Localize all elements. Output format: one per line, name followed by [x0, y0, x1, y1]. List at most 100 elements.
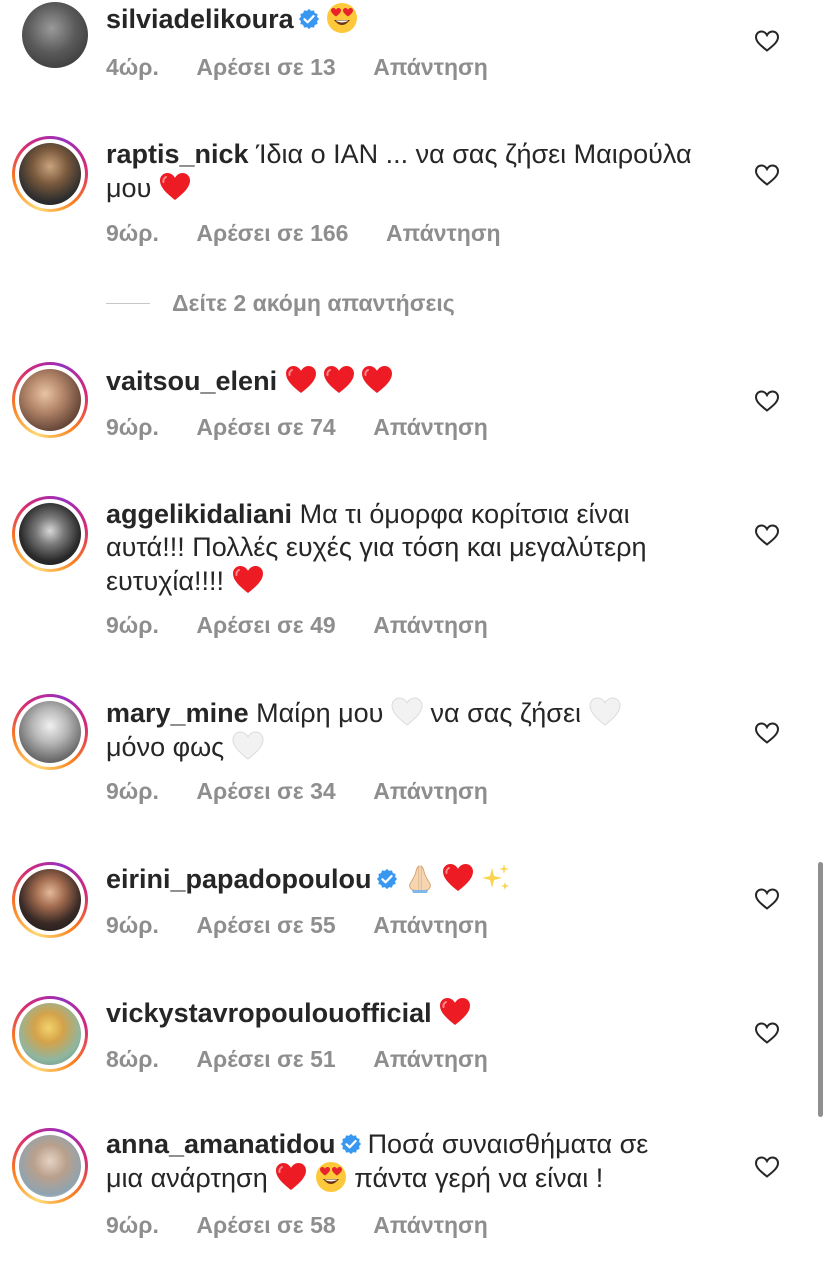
username[interactable]: raptis_nick — [106, 139, 249, 169]
reply-button[interactable]: Απάντηση — [373, 1046, 488, 1072]
comment-meta: 9ώρ. Αρέσει σε 58 Απάντηση — [106, 1212, 520, 1239]
red-heart-emoji-icon — [159, 171, 191, 203]
comment-time: 9ώρ. — [106, 612, 159, 638]
comment-meta: 9ώρ. Αρέσει σε 74 Απάντηση — [106, 414, 520, 441]
username[interactable]: silviadelikoura — [106, 4, 294, 34]
verified-badge-icon — [376, 868, 398, 890]
like-heart-icon[interactable] — [754, 29, 780, 53]
comment-line: μόνο φως — [106, 730, 726, 764]
folded-hands-emoji-icon — [404, 862, 436, 894]
reply-button[interactable]: Απάντηση — [373, 54, 488, 80]
username[interactable]: eirini_papadopoulou — [106, 864, 372, 894]
avatar[interactable] — [12, 362, 88, 438]
likes-count[interactable]: Αρέσει σε 55 — [196, 912, 335, 938]
avatar-photo — [19, 869, 81, 931]
username[interactable]: vaitsou_eleni — [106, 366, 277, 396]
comment-time: 9ώρ. — [106, 778, 159, 804]
reply-button[interactable]: Απάντηση — [373, 1212, 488, 1238]
likes-count[interactable]: Αρέσει σε 13 — [196, 54, 335, 80]
comment-meta: 4ώρ. Αρέσει σε 13 Απάντηση — [106, 54, 520, 81]
likes-count[interactable]: Αρέσει σε 58 — [196, 1212, 335, 1238]
view-more-replies[interactable]: Δείτε 2 ακόμη απαντήσεις — [106, 290, 455, 317]
reply-button[interactable]: Απάντηση — [373, 612, 488, 638]
reply-button[interactable]: Απάντηση — [373, 912, 488, 938]
comment-text: eirini_papadopoulou — [106, 862, 726, 896]
heart-eyes-emoji-icon — [326, 2, 358, 34]
heart-eyes-emoji-icon — [315, 1161, 347, 1193]
avatar-photo — [19, 503, 81, 565]
like-heart-icon[interactable] — [754, 389, 780, 413]
comment-time: 9ώρ. — [106, 1212, 159, 1238]
comment-body: ευτυχία!!!! — [106, 566, 225, 596]
comment-body: μια ανάρτηση — [106, 1163, 268, 1193]
avatar[interactable] — [12, 862, 88, 938]
like-heart-icon[interactable] — [754, 887, 780, 911]
comment-meta: 9ώρ. Αρέσει σε 55 Απάντηση — [106, 912, 520, 939]
likes-count[interactable]: Αρέσει σε 34 — [196, 778, 335, 804]
username[interactable]: anna_amanatidou — [106, 1129, 336, 1159]
comment-text: silviadelikoura — [106, 2, 726, 36]
comment-text: aggelikidaliani Μα τι όμορφα κορίτσια εί… — [106, 498, 726, 598]
reply-button[interactable]: Απάντηση — [386, 220, 501, 246]
reply-button[interactable]: Απάντηση — [373, 414, 488, 440]
comment-body: Μα τι όμορφα κορίτσια είναι — [299, 499, 630, 529]
likes-count[interactable]: Αρέσει σε 49 — [196, 612, 335, 638]
verified-badge-icon — [298, 8, 320, 30]
comment-text: mary_mine Μαίρη μου να σας ζήσει μόνο φω… — [106, 696, 726, 764]
like-heart-icon[interactable] — [754, 163, 780, 187]
scrollbar[interactable] — [818, 862, 823, 1117]
red-heart-emoji-icon — [361, 364, 393, 396]
avatar[interactable] — [12, 136, 88, 212]
comment-time: 9ώρ. — [106, 414, 159, 440]
red-heart-emoji-icon — [285, 364, 317, 396]
view-more-replies-label: Δείτε 2 ακόμη απαντήσεις — [172, 290, 455, 316]
comment-body: πάντα γερή να είναι ! — [354, 1163, 604, 1193]
white-heart-emoji-icon — [391, 696, 423, 728]
comment-text: raptis_nick Ίδια ο ΙΑΝ ... να σας ζήσει … — [106, 138, 726, 205]
avatar[interactable] — [12, 996, 88, 1072]
red-heart-emoji-icon — [323, 364, 355, 396]
reply-button[interactable]: Απάντηση — [373, 778, 488, 804]
likes-count[interactable]: Αρέσει σε 51 — [196, 1046, 335, 1072]
avatar-photo — [19, 1003, 81, 1065]
comment-meta: 9ώρ. Αρέσει σε 166 Απάντηση — [106, 220, 533, 247]
comment-line: aggelikidaliani Μα τι όμορφα κορίτσια εί… — [106, 498, 726, 531]
red-heart-emoji-icon — [439, 996, 471, 1028]
comment-text: anna_amanatidou Ποσά συναισθήματα σε μια … — [106, 1128, 726, 1195]
comment-time: 4ώρ. — [106, 54, 159, 80]
avatar-photo — [19, 143, 81, 205]
comment-meta: 9ώρ. Αρέσει σε 49 Απάντηση — [106, 612, 520, 639]
username[interactable]: aggelikidaliani — [106, 499, 292, 529]
comment-time: 8ώρ. — [106, 1046, 159, 1072]
red-heart-emoji-icon — [275, 1161, 307, 1193]
comment-body: μόνο φως — [106, 732, 225, 762]
like-heart-icon[interactable] — [754, 1021, 780, 1045]
red-heart-emoji-icon — [232, 564, 264, 596]
verified-badge-icon — [340, 1133, 362, 1155]
avatar-photo — [19, 701, 81, 763]
likes-count[interactable]: Αρέσει σε 74 — [196, 414, 335, 440]
like-heart-icon[interactable] — [754, 1155, 780, 1179]
avatar-photo — [22, 2, 88, 68]
likes-count[interactable]: Αρέσει σε 166 — [196, 220, 348, 246]
avatar[interactable] — [12, 1128, 88, 1204]
comment-line: anna_amanatidou Ποσά συναισθήματα σε — [106, 1128, 726, 1161]
username[interactable]: vickystavropoulouofficial — [106, 998, 432, 1028]
comment-line: αυτά!!! Πολλές ευχές για τόση και μεγαλύ… — [106, 532, 647, 562]
comment-time: 9ώρ. — [106, 912, 159, 938]
comment-line: mary_mine Μαίρη μου να σας ζήσει — [106, 696, 726, 730]
comment-body: Ποσά συναισθήματα σε — [367, 1129, 649, 1159]
username[interactable]: mary_mine — [106, 698, 249, 728]
like-heart-icon[interactable] — [754, 721, 780, 745]
red-heart-emoji-icon — [442, 862, 474, 894]
comment-time: 9ώρ. — [106, 220, 159, 246]
comment-body: να σας ζήσει — [430, 698, 581, 728]
comment-meta: 8ώρ. Αρέσει σε 51 Απάντηση — [106, 1046, 520, 1073]
comment-text: vaitsou_eleni — [106, 364, 726, 398]
avatar[interactable] — [22, 2, 88, 68]
avatar[interactable] — [12, 496, 88, 572]
like-heart-icon[interactable] — [754, 523, 780, 547]
comment-meta: 9ώρ. Αρέσει σε 34 Απάντηση — [106, 778, 520, 805]
avatar-photo — [19, 1135, 81, 1197]
avatar[interactable] — [12, 694, 88, 770]
